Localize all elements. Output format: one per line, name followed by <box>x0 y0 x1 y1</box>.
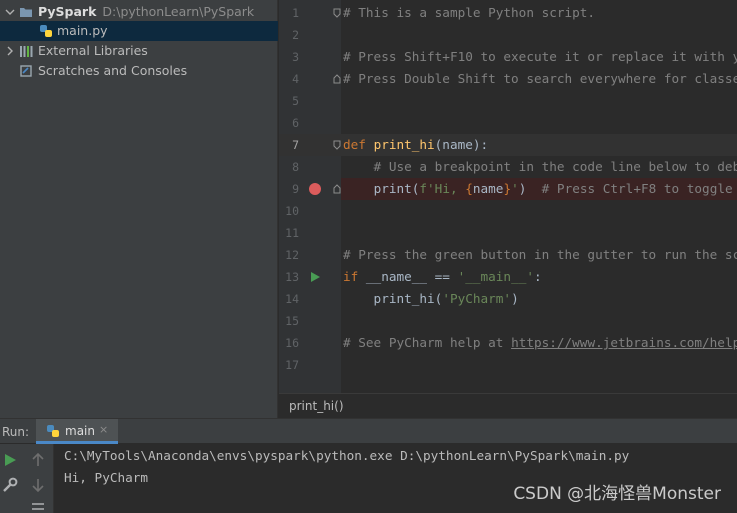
line-number: 9 <box>292 182 299 196</box>
code-text: __name__ == <box>365 269 458 284</box>
line-number: 5 <box>292 94 299 108</box>
string: '__main__' <box>457 269 534 284</box>
chevron-right-icon[interactable] <box>5 45 15 57</box>
run-label: Run: <box>2 425 30 439</box>
tree-item-project-root[interactable]: PySpark D:\pythonLearn\PySpark <box>0 2 278 22</box>
arrow-up-icon[interactable] <box>29 451 47 469</box>
project-path: D:\pythonLearn\PySpark <box>102 4 255 19</box>
function-name: print_hi <box>373 137 435 152</box>
code-text: print( <box>373 181 420 196</box>
run-gutter-icon[interactable] <box>309 271 321 283</box>
line-number: 10 <box>285 204 299 218</box>
python-file-icon <box>40 25 52 37</box>
breadcrumb-function[interactable]: print_hi() <box>289 399 344 413</box>
scratches-label: Scratches and Consoles <box>38 63 188 78</box>
run-toolwindow-header: Run: main × <box>0 418 737 444</box>
code-line[interactable]: print_hi('PyCharm') <box>341 288 737 310</box>
fstring-var: name <box>472 181 504 196</box>
code-text: : <box>533 269 542 284</box>
editor-breadcrumb[interactable]: print_hi() <box>279 393 737 418</box>
python-file-icon <box>47 425 59 437</box>
code-line[interactable]: # Press Double Shift to search everywher… <box>341 68 737 90</box>
console-output-line: C:\MyTools\Anaconda\envs\pyspark\python.… <box>64 448 630 463</box>
fold-icon[interactable] <box>333 140 341 150</box>
code-editor[interactable]: 1 2 3 4 5 6 7 8 9 10 11 12 13 14 15 16 1… <box>279 0 737 393</box>
keyword: def <box>343 137 374 152</box>
library-icon <box>20 46 33 57</box>
comment: # See PyCharm help at <box>343 335 512 350</box>
tree-item-external-libraries[interactable]: External Libraries <box>0 41 278 61</box>
external-libraries-label: External Libraries <box>38 43 148 58</box>
line-number: 8 <box>292 160 299 174</box>
line-number: 1 <box>292 6 299 20</box>
line-number: 11 <box>285 226 299 240</box>
code-text: ) <box>511 291 519 306</box>
comment: # Press Ctrl+F8 to toggle the breakpoint… <box>541 181 733 196</box>
project-panel: PySpark D:\pythonLearn\PySpark main.py Ex… <box>0 0 278 418</box>
run-tab-label: main <box>65 424 95 438</box>
line-number: 15 <box>285 314 299 328</box>
project-root-label: PySpark D:\pythonLearn\PySpark <box>38 4 254 19</box>
chevron-down-icon[interactable] <box>5 6 15 18</box>
folder-icon <box>20 8 32 17</box>
code-line[interactable]: if __name__ == '__main__': <box>341 266 737 288</box>
fold-icon[interactable] <box>333 74 341 84</box>
file-label: main.py <box>57 23 108 38</box>
line-number: 13 <box>285 270 299 284</box>
fold-icon[interactable] <box>333 184 341 194</box>
line-number: 4 <box>292 72 299 86</box>
scratches-icon <box>20 65 32 77</box>
keyword: if <box>343 269 366 284</box>
code-line[interactable]: print(f'Hi, {name}') # Press Ctrl+F8 to … <box>341 178 737 200</box>
menu-icon[interactable] <box>29 500 47 513</box>
editor-gutter[interactable]: 1 2 3 4 5 6 7 8 9 10 11 12 13 14 15 16 1… <box>279 0 341 393</box>
console-output-line: Hi, PyCharm <box>64 470 149 485</box>
project-name: PySpark <box>38 4 97 19</box>
line-number: 3 <box>292 50 299 64</box>
fstring-brace: { <box>465 181 473 196</box>
line-number: 17 <box>285 358 299 372</box>
line-number: 2 <box>292 28 299 42</box>
close-icon[interactable]: × <box>99 423 108 436</box>
string: f'Hi, <box>419 181 466 196</box>
code-line[interactable]: # See PyCharm help at https://www.jetbra… <box>341 332 737 354</box>
wrench-icon[interactable] <box>1 476 19 494</box>
arrow-down-icon[interactable] <box>29 476 47 494</box>
code-line[interactable]: # Press the green button in the gutter t… <box>341 244 737 266</box>
string: 'PyCharm' <box>442 291 512 306</box>
tree-item-scratches[interactable]: Scratches and Consoles <box>0 61 278 81</box>
run-toolbar <box>0 444 54 513</box>
code-line[interactable]: # Use a breakpoint in the code line belo… <box>341 156 737 178</box>
line-number: 7 <box>292 138 299 152</box>
line-number: 16 <box>285 336 299 350</box>
code-line[interactable]: # This is a sample Python script. <box>341 2 737 24</box>
code-text: print_hi( <box>343 291 443 306</box>
run-icon[interactable] <box>1 451 19 469</box>
breakpoint-icon[interactable] <box>309 183 321 195</box>
tree-item-main-py[interactable]: main.py <box>0 21 278 41</box>
fold-icon[interactable] <box>333 8 341 18</box>
fstring-brace: } <box>503 181 512 196</box>
line-number: 12 <box>285 248 299 262</box>
run-tab-main[interactable]: main × <box>36 419 118 444</box>
help-link[interactable]: https://www.jetbrains.com/help/pycharm/ <box>511 335 737 350</box>
code-text: (name): <box>434 137 489 152</box>
watermark: CSDN @北海怪兽Monster <box>513 484 721 504</box>
line-number: 14 <box>285 292 299 306</box>
line-number: 6 <box>292 116 299 130</box>
string: ' <box>511 181 519 196</box>
code-line[interactable]: def print_hi(name): <box>341 134 737 156</box>
code-line[interactable]: # Press Shift+F10 to execute it or repla… <box>341 46 737 68</box>
